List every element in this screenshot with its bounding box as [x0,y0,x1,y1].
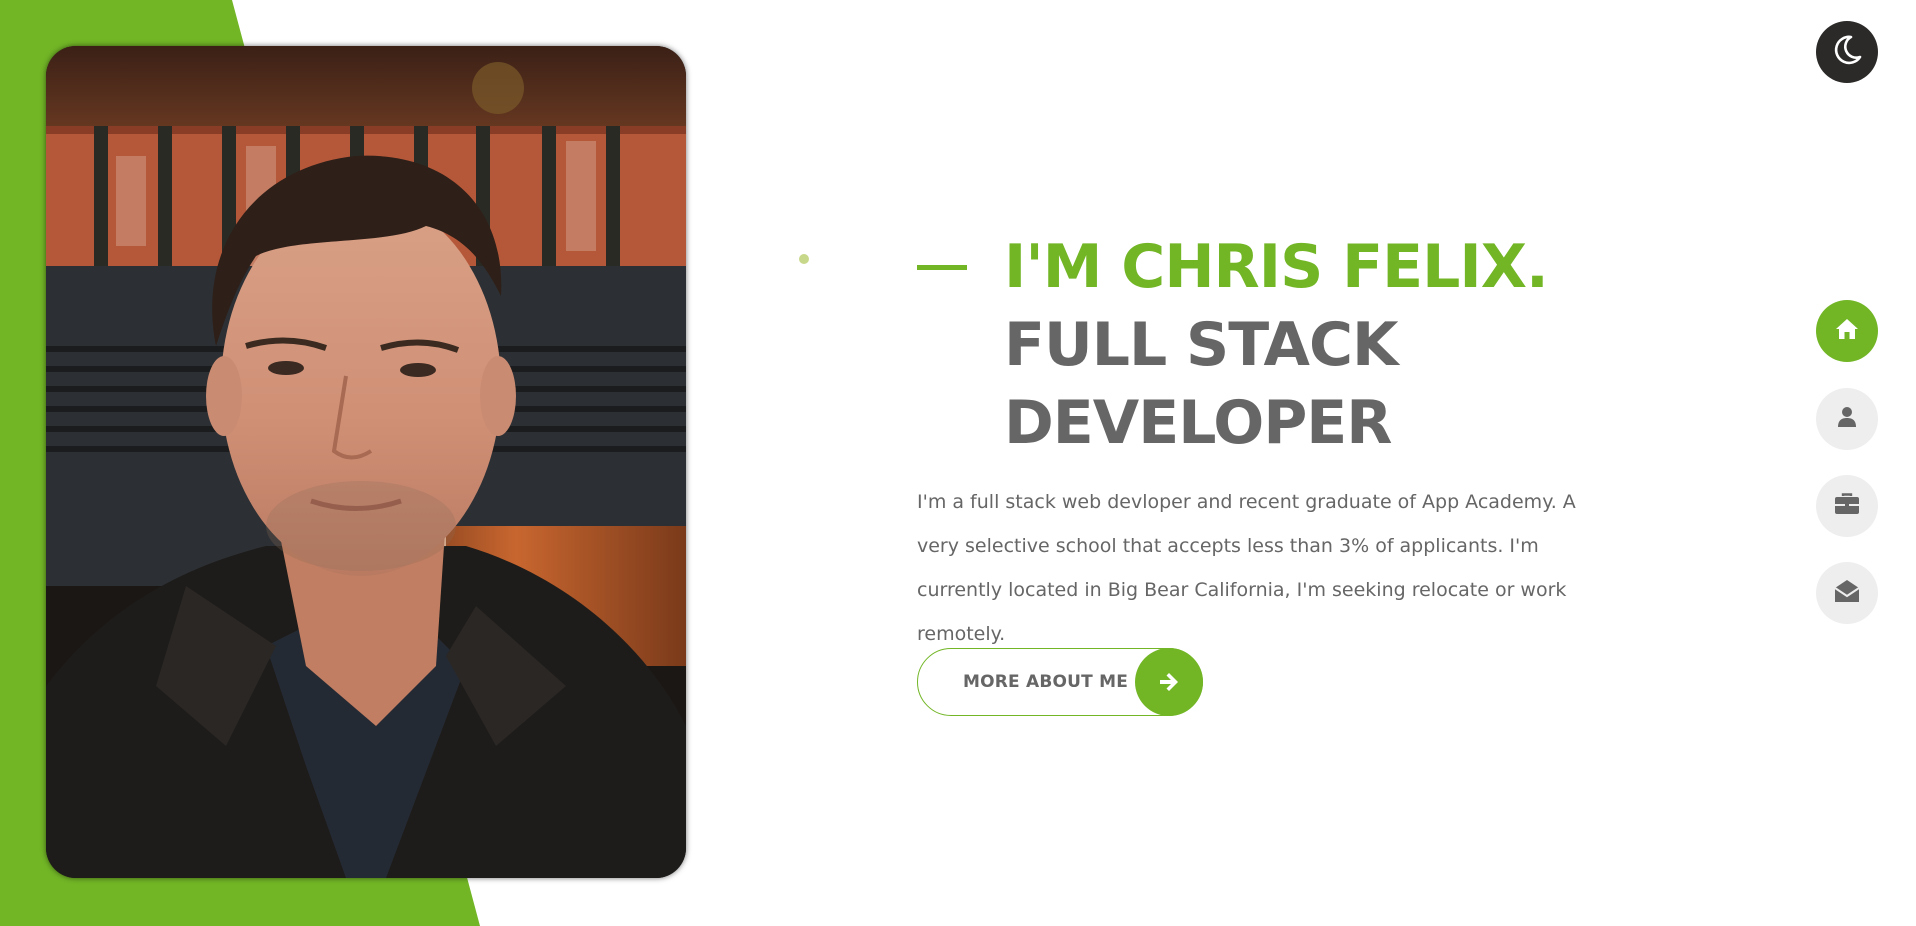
hero-heading: I'M CHRIS FELIX. FULL STACK DEVELOPER [1004,228,1549,462]
home-icon [1835,318,1859,344]
title-accent-line [917,265,967,270]
nav-portfolio-button[interactable] [1816,475,1878,537]
nav-contact-button[interactable] [1816,562,1878,624]
page: I'M CHRIS FELIX. FULL STACK DEVELOPER I'… [0,0,1916,926]
briefcase-icon [1834,493,1860,519]
nav-home-button[interactable] [1816,300,1878,362]
portrait-photo [46,46,686,878]
more-about-me-button[interactable]: MORE ABOUT ME [917,648,1203,716]
arrow-right-icon [1135,648,1203,716]
moon-icon [1830,33,1864,71]
nav-about-button[interactable] [1816,388,1878,450]
user-icon [1837,406,1857,432]
hero-role-line-2: DEVELOPER [1004,388,1392,458]
envelope-open-icon [1834,579,1860,607]
decorative-dot [799,254,809,264]
theme-toggle-button[interactable] [1816,21,1878,83]
hero-name: I'M CHRIS FELIX. [1004,232,1549,302]
more-about-me-label: MORE ABOUT ME [963,672,1129,692]
hero-intro-text: I'm a full stack web devloper and recent… [917,491,1576,645]
hero-role-line-1: FULL STACK [1004,310,1399,380]
